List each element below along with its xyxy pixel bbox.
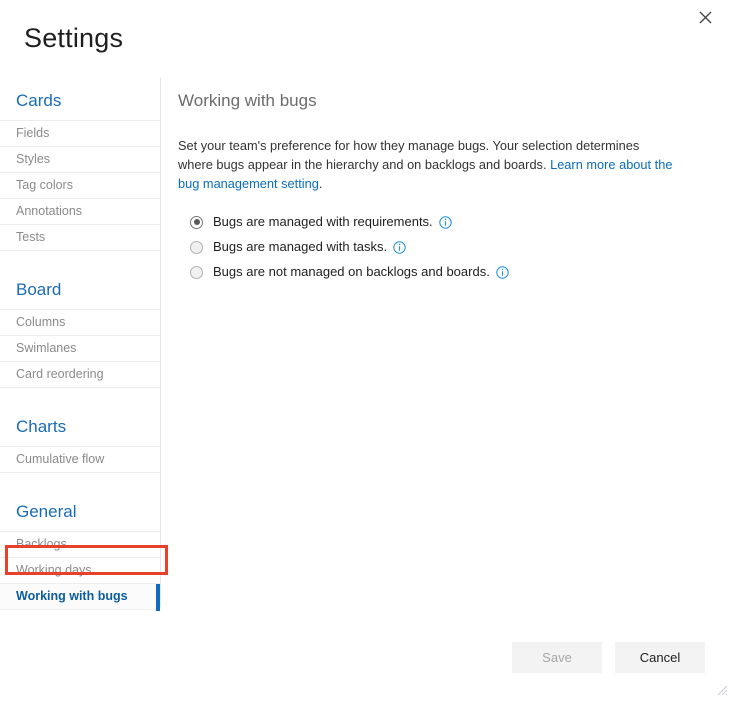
nav-group-header-board: Board (0, 269, 160, 310)
radio-option-not-managed[interactable]: Bugs are not managed on backlogs and boa… (190, 261, 698, 283)
nav-group-charts: Charts Cumulative flow (0, 406, 160, 473)
sidebar-item-working-days[interactable]: Working days (0, 557, 160, 584)
radio-option-managed-with-tasks[interactable]: Bugs are managed with tasks. (190, 236, 698, 258)
nav-group-header-charts: Charts (0, 406, 160, 447)
nav-group-divider (0, 250, 160, 269)
content-heading: Working with bugs (178, 90, 698, 112)
sidebar-item-annotations[interactable]: Annotations (0, 198, 160, 225)
nav-group-general: General Backlogs Working days Working wi… (0, 491, 160, 610)
nav-group-header-cards: Cards (0, 78, 160, 121)
nav-group-divider (0, 387, 160, 406)
radio-button-icon[interactable] (190, 241, 203, 254)
sidebar-item-card-reordering[interactable]: Card reordering (0, 361, 160, 388)
bug-management-radio-group: Bugs are managed with requirements. Bugs… (178, 211, 698, 283)
sidebar-item-tests[interactable]: Tests (0, 224, 160, 251)
content-description: Set your team's preference for how they … (178, 136, 673, 193)
radio-button-icon[interactable] (190, 216, 203, 229)
page-title: Settings (24, 22, 123, 54)
radio-option-managed-with-requirements[interactable]: Bugs are managed with requirements. (190, 211, 698, 233)
cancel-button[interactable]: Cancel (615, 642, 705, 673)
description-text-part2: . (319, 176, 323, 191)
sidebar-item-working-with-bugs[interactable]: Working with bugs (0, 583, 160, 610)
nav-group-divider (0, 472, 160, 491)
nav-group-cards: Cards Fields Styles Tag colors Annotatio… (0, 78, 160, 251)
radio-option-label: Bugs are managed with requirements. (213, 214, 433, 230)
nav-group-board: Board Columns Swimlanes Card reordering (0, 269, 160, 388)
close-icon[interactable] (692, 4, 718, 30)
dialog-footer: Save Cancel (0, 628, 730, 698)
sidebar-item-label: Working with bugs (16, 589, 128, 603)
sidebar-content-divider (160, 78, 161, 607)
info-icon[interactable] (496, 266, 509, 279)
sidebar-item-swimlanes[interactable]: Swimlanes (0, 335, 160, 362)
info-icon[interactable] (439, 216, 452, 229)
sidebar-item-backlogs[interactable]: Backlogs (0, 531, 160, 558)
radio-option-label: Bugs are managed with tasks. (213, 239, 387, 255)
info-icon[interactable] (393, 241, 406, 254)
nav-group-header-general: General (0, 491, 160, 532)
sidebar-item-tag-colors[interactable]: Tag colors (0, 172, 160, 199)
radio-option-label: Bugs are not managed on backlogs and boa… (213, 264, 490, 280)
sidebar-item-fields[interactable]: Fields (0, 120, 160, 147)
radio-button-icon[interactable] (190, 266, 203, 279)
save-button[interactable]: Save (512, 642, 602, 673)
sidebar-item-styles[interactable]: Styles (0, 146, 160, 173)
settings-content-panel: Working with bugs Set your team's prefer… (178, 90, 698, 286)
sidebar-item-cumulative-flow[interactable]: Cumulative flow (0, 446, 160, 473)
dialog-titlebar: Settings (0, 0, 730, 70)
settings-sidebar: Cards Fields Styles Tag colors Annotatio… (0, 78, 160, 608)
settings-dialog: Settings Cards Fields Styles Tag colors … (0, 0, 730, 698)
resize-grip-icon[interactable] (714, 682, 728, 696)
sidebar-item-columns[interactable]: Columns (0, 309, 160, 336)
